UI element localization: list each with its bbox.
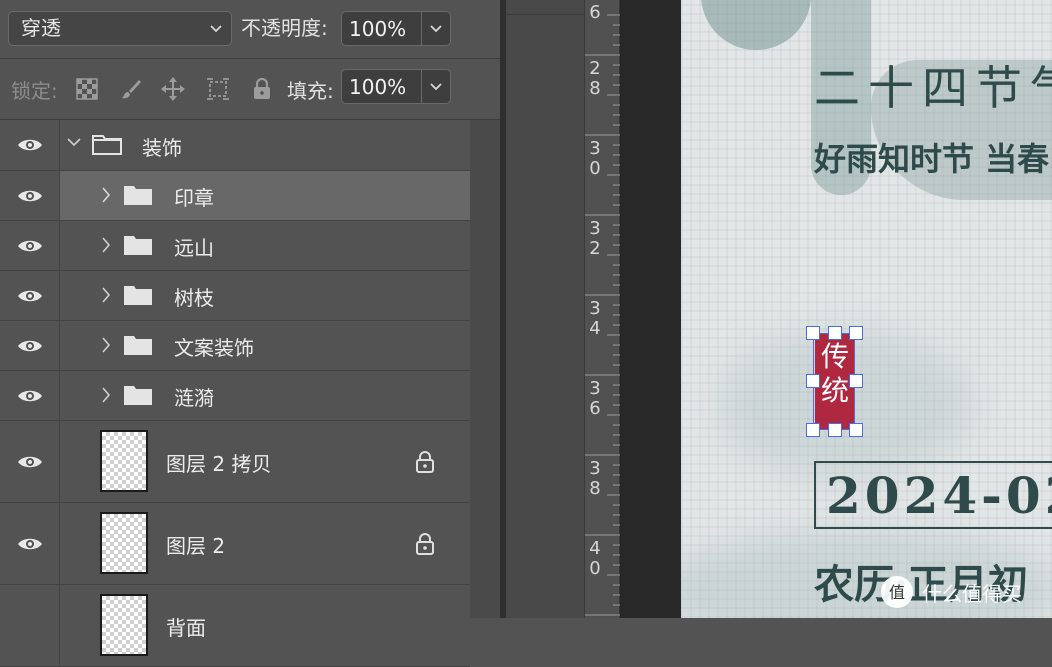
layer-name: 文案装饰 [174,336,254,360]
layer-name: 图层 2 拷贝 [166,452,272,476]
layer-thumbnail [100,430,148,492]
transform-handle[interactable] [849,374,863,388]
poster-date: 2024-02 [826,466,1052,525]
watermark-logo: 值 [881,576,913,608]
panel-dock [506,0,584,618]
eye-icon[interactable] [0,120,60,170]
vertical-ruler[interactable]: 6 2 8 3 0 3 2 3 4 3 6 3 8 4 0 [584,0,621,618]
folder-icon [123,284,153,306]
layer-row[interactable]: 图层 2 拷贝 [0,421,470,503]
transform-handle[interactable] [828,423,842,437]
chevron-right-icon[interactable] [100,336,112,358]
layer-row[interactable]: 图层 2 [0,503,470,585]
transform-handle[interactable] [806,326,820,340]
chevron-right-icon[interactable] [100,236,112,258]
eye-icon[interactable] [0,585,60,666]
layer-row-group-selected[interactable]: 印章 [0,171,470,221]
folder-icon [123,234,153,256]
fill-field[interactable]: 100% [341,69,451,104]
folder-icon [92,133,122,155]
layer-name: 印章 [174,186,214,210]
layer-name: 背面 [166,616,206,640]
layer-name: 远山 [174,236,214,260]
opacity-field[interactable]: 100% [341,11,451,46]
chevron-right-icon[interactable] [100,286,112,308]
artboard-icon[interactable] [204,75,232,103]
watermark-logo-text: 值 [889,583,905,602]
lock-row: 锁定: 填充: 100% [0,59,500,120]
layer-row-group[interactable]: 远山 [0,221,470,271]
brush-icon[interactable] [117,75,145,103]
layers-list: 装饰 印章 远山 树枝 文案装饰 涟漪 图层 2 拷贝 图层 2 背面 [0,120,470,667]
opacity-label: 不透明度: [241,16,328,40]
layer-row-group[interactable]: 树枝 [0,271,470,321]
lock-icon [414,532,438,556]
poster-subtitle: 好雨知时节 当春 [814,140,1050,178]
watermark-text: 什么值得买 [922,581,1022,606]
transform-handle[interactable] [828,326,842,340]
layer-thumbnail [100,512,148,574]
chevron-right-icon[interactable] [100,186,112,208]
lock-label: 锁定: [11,79,58,103]
blend-mode-value: 穿透 [21,16,61,40]
checker-icon[interactable] [73,75,101,103]
fill-label: 填充: [287,79,334,103]
layer-name: 树枝 [174,286,214,310]
layers-panel: 穿透 不透明度: 100% 锁定: 填充: 100% 装饰 印章 远山 树枝 文… [0,0,500,667]
ruler-ticks [585,14,621,616]
canvas-pasteboard [620,0,681,618]
layer-name: 图层 2 [166,534,226,558]
layer-row[interactable]: 背面 [0,585,470,667]
chevron-down-icon[interactable] [66,134,82,154]
layer-thumbnail [100,594,148,656]
eye-icon[interactable] [0,371,60,420]
eye-icon[interactable] [0,221,60,270]
chevron-down-icon [209,12,223,58]
folder-icon [123,184,153,206]
layer-row-group[interactable]: 涟漪 [0,371,470,421]
eye-icon[interactable] [0,271,60,320]
layers-scrollbar[interactable] [470,120,500,618]
transform-handle[interactable] [849,326,863,340]
folder-icon [123,334,153,356]
poster-title: 二十四节气 [814,61,1052,115]
eye-icon[interactable] [0,503,60,584]
chevron-right-icon[interactable] [100,386,112,408]
lock-icon [414,450,438,474]
transform-handle[interactable] [806,374,820,388]
layer-row-group[interactable]: 装饰 [0,120,470,171]
transform-handle[interactable] [849,423,863,437]
eye-icon[interactable] [0,321,60,370]
layer-name: 涟漪 [174,386,214,410]
decor-shape [701,0,811,50]
eye-icon[interactable] [0,421,60,502]
fill-value[interactable]: 100% [342,75,421,99]
chevron-down-icon[interactable] [421,70,450,103]
blend-mode-select[interactable]: 穿透 [8,11,232,46]
lock-icon[interactable] [248,75,276,103]
blend-row: 穿透 不透明度: 100% [0,0,500,59]
transform-handle[interactable] [806,423,820,437]
layer-row-group[interactable]: 文案装饰 [0,321,470,371]
layer-name: 装饰 [142,136,182,160]
folder-icon [123,384,153,406]
eye-icon[interactable] [0,171,60,220]
document-canvas[interactable]: 二十四节气 好雨知时节 当春 传 统 2024-02 农历·正月初 [681,0,1052,618]
watermark: 值 什么值得买 [880,574,1022,610]
chevron-down-icon[interactable] [421,12,450,45]
move-icon[interactable] [159,75,187,103]
opacity-value[interactable]: 100% [342,17,421,41]
